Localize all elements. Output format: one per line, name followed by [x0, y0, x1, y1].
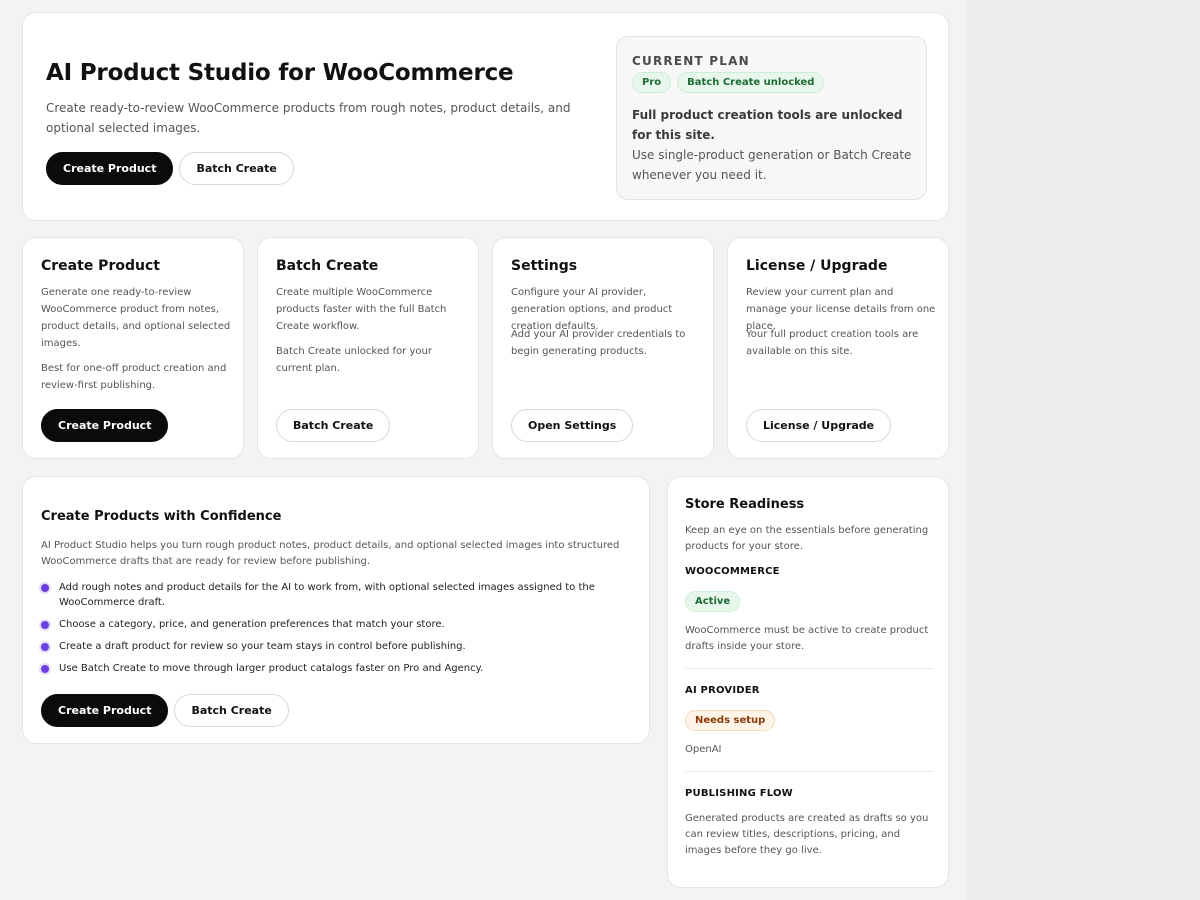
bullet-icon — [41, 643, 49, 651]
card-title: Create Product — [41, 258, 160, 274]
card-note: Your full product creation tools are ava… — [746, 329, 919, 357]
bullet-icon — [41, 584, 49, 592]
card-batch-create-button[interactable]: Batch Create — [276, 409, 391, 442]
list-item: Add rough notes and product details for … — [41, 580, 601, 610]
section-heading: AI PROVIDER — [685, 685, 760, 696]
bullet-icon — [41, 665, 49, 673]
confidence-title: Create Products with Confidence — [41, 509, 282, 524]
batch-unlocked-badge: Batch Create unlocked — [677, 72, 825, 93]
section-heading: WOOCOMMERCE — [685, 566, 780, 577]
card-batch-create: Batch Create Create multiple WooCommerce… — [257, 237, 479, 459]
status-badge: Needs setup — [685, 710, 776, 731]
page-gutter — [967, 0, 1200, 900]
card-title: Batch Create — [276, 258, 379, 274]
plan-headline: Full product creation tools are unlocked… — [632, 108, 903, 142]
confidence-description: AI Product Studio helps you turn rough p… — [41, 540, 620, 567]
open-settings-button[interactable]: Open Settings — [511, 409, 634, 442]
license-upgrade-button[interactable]: License / Upgrade — [746, 409, 892, 442]
plan-text: Use single-product generation or Batch C… — [632, 148, 912, 182]
store-readiness-card: Store Readiness Keep an eye on the essen… — [667, 476, 949, 888]
status-badge: Active — [685, 591, 741, 612]
readiness-description: Keep an eye on the essentials before gen… — [685, 525, 929, 552]
create-product-button[interactable]: Create Product — [46, 152, 174, 185]
list-item: Choose a category, price, and generation… — [41, 617, 601, 632]
batch-create-button[interactable]: Batch Create — [179, 152, 294, 185]
section-text: Generated products are created as drafts… — [685, 813, 929, 856]
card-create-product-button[interactable]: Create Product — [41, 409, 169, 442]
section-text: WooCommerce must be active to create pro… — [685, 625, 929, 652]
hero-actions: Create Product Batch Create — [46, 152, 294, 185]
hero-description: Create ready-to-review WooCommerce produ… — [46, 101, 571, 135]
bullet-icon — [41, 621, 49, 629]
confidence-create-product-button[interactable]: Create Product — [41, 694, 169, 727]
card-description: Create multiple WooCommerce products fas… — [276, 287, 447, 332]
plan-badges: Pro Batch Create unlocked — [632, 72, 825, 93]
card-note: Best for one-off product creation and re… — [41, 363, 227, 391]
current-plan-panel: CURRENT PLAN Pro Batch Create unlocked F… — [616, 36, 927, 200]
confidence-batch-create-button[interactable]: Batch Create — [174, 694, 289, 727]
confidence-card: Create Products with Confidence AI Produ… — [22, 476, 650, 744]
ai-provider-status-section: AI PROVIDER Needs setup OpenAI — [685, 685, 933, 758]
plan-label: CURRENT PLAN — [632, 54, 750, 68]
card-note: Add your AI provider credentials to begi… — [511, 329, 686, 357]
confidence-actions: Create Product Batch Create — [41, 694, 289, 727]
card-title: Settings — [511, 258, 578, 274]
woocommerce-status-section: WOOCOMMERCE Active WooCommerce must be a… — [685, 566, 933, 655]
list-item: Use Batch Create to move through larger … — [41, 661, 601, 676]
divider — [685, 771, 933, 772]
confidence-list: Add rough notes and product details for … — [41, 580, 601, 683]
divider — [685, 668, 933, 669]
list-item: Create a draft product for review so you… — [41, 639, 601, 654]
publishing-flow-section: PUBLISHING FLOW Generated products are c… — [685, 788, 933, 859]
card-description: Generate one ready-to-review WooCommerce… — [41, 287, 231, 349]
page-title: AI Product Studio for WooCommerce — [46, 60, 514, 86]
plan-tier-badge: Pro — [632, 72, 672, 93]
section-text: OpenAI — [685, 744, 722, 755]
card-create-product: Create Product Generate one ready-to-rev… — [22, 237, 244, 459]
card-settings: Settings Configure your AI provider, gen… — [492, 237, 714, 459]
hero-card: AI Product Studio for WooCommerce Create… — [22, 12, 949, 221]
card-title: License / Upgrade — [746, 258, 888, 274]
section-heading: PUBLISHING FLOW — [685, 788, 793, 799]
card-license: License / Upgrade Review your current pl… — [727, 237, 949, 459]
readiness-title: Store Readiness — [685, 497, 805, 512]
card-note: Batch Create unlocked for your current p… — [276, 346, 432, 374]
